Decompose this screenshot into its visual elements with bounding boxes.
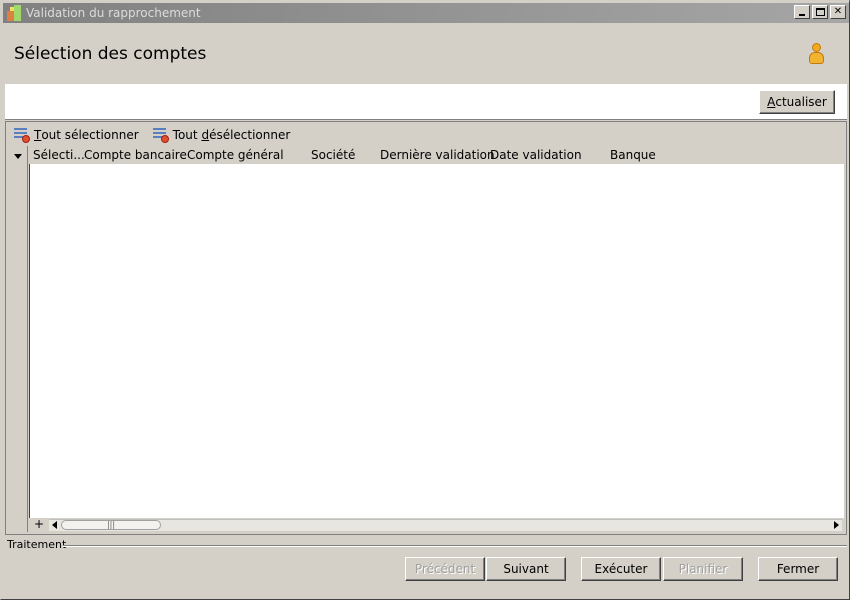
- grid-toolbar: Tout sélectionner Tout d ésélectionner: [14, 124, 304, 146]
- close-window-button[interactable]: ✕: [830, 5, 846, 19]
- title-bar[interactable]: Validation du rapprochement ✕: [3, 3, 849, 23]
- minimize-button[interactable]: [794, 5, 810, 19]
- column-header-last-validation[interactable]: Dernière validation: [380, 148, 495, 162]
- minimize-icon: [799, 14, 805, 16]
- scroll-thumb[interactable]: |||: [61, 520, 161, 530]
- column-header-bank-account[interactable]: Compte bancaire: [84, 148, 187, 162]
- page-title: Sélection des comptes: [14, 44, 207, 64]
- window-title: Validation du rapprochement: [26, 6, 201, 20]
- action-band: Actualiser: [5, 84, 847, 120]
- maximize-icon: [815, 8, 825, 16]
- column-chooser-icon[interactable]: [14, 154, 22, 159]
- grid-body[interactable]: [29, 164, 844, 518]
- dialog-window: Validation du rapprochement ✕ Sélection …: [0, 0, 850, 600]
- column-header-selection[interactable]: Sélecti...: [33, 148, 85, 162]
- select-all-icon: [14, 127, 30, 143]
- row-selector-column: [8, 146, 28, 532]
- horizontal-scrollbar[interactable]: |||: [49, 519, 842, 531]
- scroll-right-icon[interactable]: [834, 521, 839, 529]
- section-divider: [63, 545, 847, 547]
- execute-button[interactable]: Exécuter: [581, 557, 661, 581]
- maximize-button[interactable]: [812, 5, 828, 19]
- schedule-button[interactable]: Planifier: [663, 557, 743, 581]
- page-header: Sélection des comptes: [3, 25, 849, 83]
- column-header-bank[interactable]: Banque: [610, 148, 656, 162]
- close-button[interactable]: Fermer: [758, 557, 838, 581]
- column-header-company[interactable]: Société: [311, 148, 355, 162]
- column-header-general-account[interactable]: Compte général: [187, 148, 284, 162]
- deselect-all-icon: [152, 127, 169, 143]
- refresh-button[interactable]: Actualiser: [759, 90, 835, 114]
- select-all-button[interactable]: Tout sélectionner: [14, 127, 139, 143]
- scroll-left-icon[interactable]: [52, 521, 57, 529]
- grid-header: Sélecti... Compte bancaire Compte généra…: [29, 146, 844, 164]
- column-header-validation-date[interactable]: Date validation: [490, 148, 582, 162]
- add-row-icon[interactable]: +: [33, 518, 45, 530]
- next-button[interactable]: Suivant: [486, 557, 566, 581]
- app-icon: [7, 5, 23, 21]
- close-icon: ✕: [833, 6, 843, 17]
- accounts-grid: Tout sélectionner Tout d ésélectionner Sé…: [5, 121, 847, 535]
- section-label: Traitement: [7, 538, 67, 551]
- grid-footer: + |||: [29, 518, 844, 532]
- previous-button[interactable]: Précédent: [405, 557, 485, 581]
- user-icon: [807, 43, 825, 65]
- deselect-all-button[interactable]: Tout d ésélectionner: [152, 127, 290, 143]
